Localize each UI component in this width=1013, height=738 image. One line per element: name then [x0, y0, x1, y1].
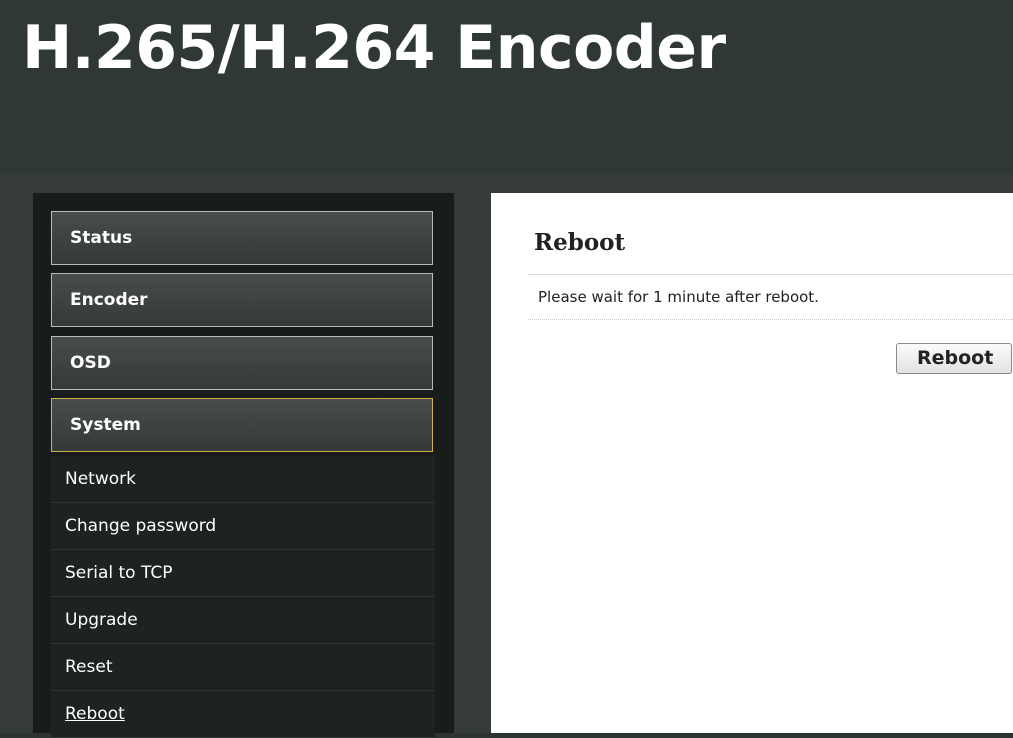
- submenu-item-label: Reset: [65, 657, 113, 677]
- sidebar: Status Encoder OSD System Network Change…: [33, 193, 454, 738]
- reboot-notice: Please wait for 1 minute after reboot.: [538, 288, 819, 306]
- submenu-item-label: Serial to TCP: [65, 563, 173, 583]
- reboot-button[interactable]: Reboot: [896, 343, 1012, 374]
- menu-encoder-button[interactable]: Encoder: [51, 273, 433, 327]
- header: H.265/H.264 Encoder: [0, 0, 1013, 174]
- menu-status-button[interactable]: Status: [51, 211, 433, 265]
- submenu-item-reboot[interactable]: Reboot: [51, 691, 435, 738]
- submenu-item-network[interactable]: Network: [51, 456, 435, 503]
- notice-divider: [528, 319, 1013, 320]
- submenu-item-serial-to-tcp[interactable]: Serial to TCP: [51, 550, 435, 597]
- menu-osd-button[interactable]: OSD: [51, 336, 433, 390]
- content-panel: Reboot Please wait for 1 minute after re…: [491, 193, 1013, 733]
- system-submenu: Network Change password Serial to TCP Up…: [51, 456, 435, 738]
- submenu-item-label: Change password: [65, 516, 217, 536]
- menu-system-button[interactable]: System: [51, 398, 433, 452]
- submenu-item-label: Upgrade: [65, 610, 138, 630]
- submenu-item-change-password[interactable]: Change password: [51, 503, 435, 550]
- submenu-item-reset[interactable]: Reset: [51, 644, 435, 691]
- app-title: H.265/H.264 Encoder: [22, 13, 726, 83]
- page-title: Reboot: [534, 229, 626, 256]
- submenu-item-label: Reboot: [65, 704, 125, 724]
- submenu-item-label: Network: [65, 469, 136, 489]
- title-divider: [528, 274, 1013, 275]
- submenu-item-upgrade[interactable]: Upgrade: [51, 597, 435, 644]
